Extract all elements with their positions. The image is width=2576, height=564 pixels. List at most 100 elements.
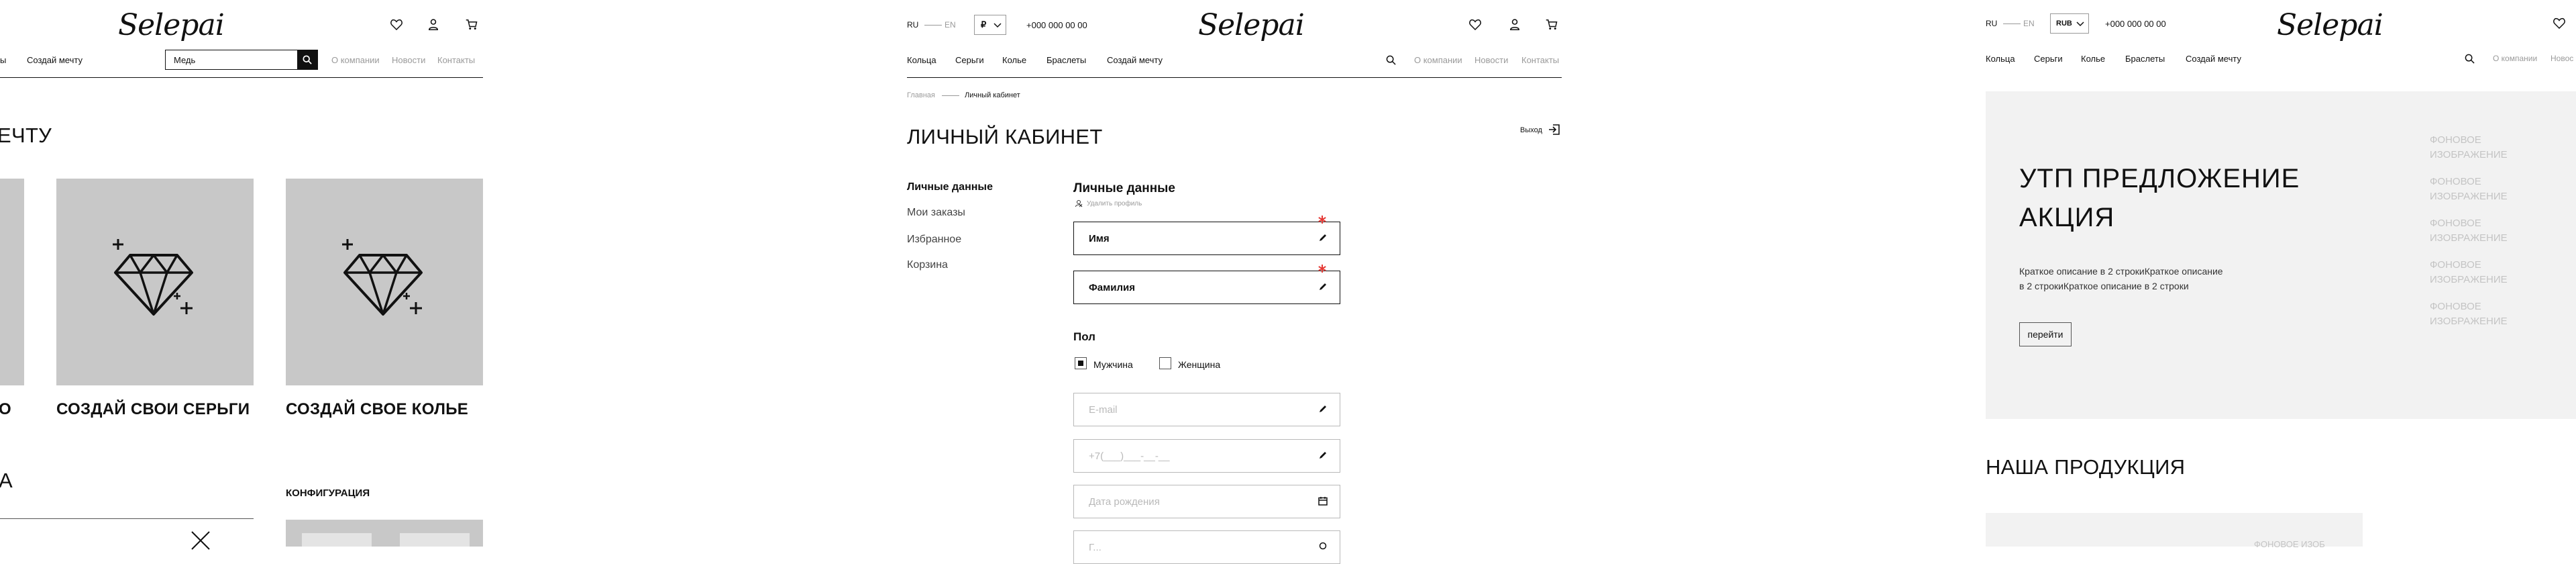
phone-placeholder: +7(___)___-__-__ <box>1089 451 1170 462</box>
chevron-down-icon <box>2076 21 2084 27</box>
gender-female-checkbox[interactable] <box>1159 357 1171 369</box>
sidebar-item-orders[interactable]: Мои заказы <box>907 207 965 219</box>
brand-logo[interactable]: Selepai <box>1198 8 1305 42</box>
gender-female-label[interactable]: Женщина <box>1178 359 1220 370</box>
nav-item-create-dream[interactable]: Создай мечту <box>27 55 83 65</box>
brand-logo[interactable]: Selepai <box>118 8 225 42</box>
sidebar-item-cart[interactable]: Корзина <box>907 259 948 271</box>
pencil-icon[interactable] <box>1318 282 1328 291</box>
promo-title-line-2: АКЦИЯ <box>2019 203 2115 232</box>
link-about[interactable]: О компании <box>331 55 380 65</box>
lang-ru[interactable]: RU <box>1986 19 1997 28</box>
cart-icon[interactable] <box>466 19 478 30</box>
user-icon[interactable] <box>1509 19 1520 30</box>
currency-select[interactable]: ₽ <box>974 15 1006 35</box>
left-panel: Selepai ы Создай мечту О компании Новост… <box>0 0 483 550</box>
currency-value: ₽ <box>981 19 987 30</box>
nav-item-partial[interactable]: ы <box>0 55 6 65</box>
first-name-field[interactable]: Имя <box>1073 222 1340 255</box>
pencil-icon[interactable] <box>1318 404 1328 414</box>
link-contacts[interactable]: Контакты <box>437 55 475 65</box>
lang-ru[interactable]: RU <box>907 20 918 30</box>
close-icon[interactable] <box>191 530 211 551</box>
search-icon[interactable] <box>2465 54 2475 64</box>
breadcrumb-current: Личный кабинет <box>965 91 1020 99</box>
breadcrumb-home[interactable]: Главная <box>907 91 935 99</box>
pencil-icon[interactable] <box>1318 233 1328 242</box>
heart-icon[interactable] <box>390 19 402 30</box>
bg-label: ФОНОВОЕ ИЗОБРАЖЕНИЕ <box>2430 176 2508 202</box>
card-title-earrings[interactable]: СОЗДАЙ СВОИ СЕРЬГИ <box>56 400 250 419</box>
logout-link[interactable]: Выход <box>1520 126 1542 134</box>
nav-earrings[interactable]: Серьги <box>955 55 984 65</box>
city-field[interactable]: Г... <box>1073 530 1340 564</box>
search-icon <box>303 55 312 64</box>
nav-necklaces[interactable]: Колье <box>1002 55 1026 65</box>
link-about[interactable]: О компании <box>1414 55 1462 65</box>
gender-title: Пол <box>1073 330 1095 343</box>
nav-rings[interactable]: Кольца <box>907 55 936 65</box>
link-news[interactable]: Новости <box>392 55 425 65</box>
divider <box>0 77 483 78</box>
card-image-necklace[interactable] <box>286 179 483 385</box>
calendar-icon[interactable] <box>1318 496 1328 506</box>
nav-bracelets[interactable]: Браслеты <box>1046 55 1086 65</box>
chevron-down-icon <box>994 23 1002 28</box>
phone-field[interactable]: +7(___)___-__-__ <box>1073 439 1340 473</box>
link-news[interactable]: Новос <box>2551 54 2573 63</box>
bg-label: ФОНОВОЕ ИЗОБРАЖЕНИЕ <box>2430 259 2508 285</box>
card-image-partial[interactable] <box>0 179 24 385</box>
link-news[interactable]: Новости <box>1474 55 1508 65</box>
delete-profile-link[interactable]: Удалить профиль <box>1087 200 1142 207</box>
user-icon[interactable] <box>428 19 439 30</box>
gender-male-checkbox[interactable] <box>1075 357 1087 369</box>
link-contacts[interactable]: Контакты <box>1521 55 1559 65</box>
heart-icon[interactable] <box>2553 17 2565 29</box>
diamond-icon <box>339 235 433 322</box>
search-box <box>165 50 318 70</box>
nav-create-dream[interactable]: Создай мечту <box>1107 55 1163 65</box>
link-about[interactable]: О компании <box>2493 54 2537 63</box>
email-field[interactable]: E-mail <box>1073 393 1340 426</box>
lang-separator <box>2003 23 2021 24</box>
right-panel: RU EN RUB +000 000 00 00 Selepai Кольца … <box>1986 0 2576 549</box>
pencil-icon[interactable] <box>1318 451 1328 460</box>
card-title-necklace[interactable]: СОЗДАЙ СВОЕ КОЛЬЕ <box>286 400 468 419</box>
birthdate-placeholder: Дата рождения <box>1089 496 1160 508</box>
required-asterisk-icon <box>1318 215 1327 224</box>
pin-icon[interactable] <box>1318 542 1328 551</box>
logout-icon[interactable] <box>1548 124 1560 136</box>
search-button[interactable] <box>297 50 317 69</box>
phone-number[interactable]: +000 000 00 00 <box>2105 19 2166 29</box>
bg-label: ФОНОВОЕ ИЗОБ <box>2254 539 2325 549</box>
lang-en[interactable]: EN <box>945 20 956 30</box>
promo-description-1: Краткое описание в 2 строкиКраткое описа… <box>2019 266 2223 277</box>
section-title: Личные данные <box>1073 181 1175 195</box>
search-icon[interactable] <box>1386 55 1396 65</box>
brand-logo[interactable]: Selepai <box>2277 8 2383 42</box>
heart-icon[interactable] <box>1469 19 1481 30</box>
search-input[interactable] <box>166 50 297 69</box>
nav-rings[interactable]: Кольца <box>1986 54 2015 64</box>
nav-bracelets[interactable]: Браслеты <box>2125 54 2165 64</box>
cart-icon[interactable] <box>1546 19 1558 30</box>
card-title-partial[interactable]: О <box>0 400 11 419</box>
sidebar-item-favorites[interactable]: Избранное <box>907 234 961 246</box>
phone-number[interactable]: +000 000 00 00 <box>1026 20 1087 30</box>
currency-select[interactable]: RUB <box>2050 13 2089 34</box>
birthdate-field[interactable]: Дата рождения <box>1073 485 1340 518</box>
lang-en[interactable]: EN <box>2023 19 2035 28</box>
last-name-field[interactable]: Фамилия <box>1073 271 1340 304</box>
nav-create-dream[interactable]: Создай мечту <box>2186 54 2241 64</box>
gender-male-label[interactable]: Мужчина <box>1093 359 1133 370</box>
delete-profile-icon[interactable] <box>1075 199 1083 207</box>
card-image-earrings[interactable] <box>56 179 254 385</box>
promo-button[interactable]: перейти <box>2019 322 2072 346</box>
nav-necklaces[interactable]: Колье <box>2081 54 2105 64</box>
lang-separator <box>924 25 942 26</box>
nav-earrings[interactable]: Серьги <box>2034 54 2063 64</box>
products-heading: НАША ПРОДУКЦИЯ <box>1986 455 2186 479</box>
sidebar-item-personal-data[interactable]: Личные данные <box>907 181 993 193</box>
product-card-preview[interactable]: ФОНОВОЕ ИЗОБ <box>1986 513 2363 549</box>
required-asterisk-icon <box>1318 264 1327 273</box>
